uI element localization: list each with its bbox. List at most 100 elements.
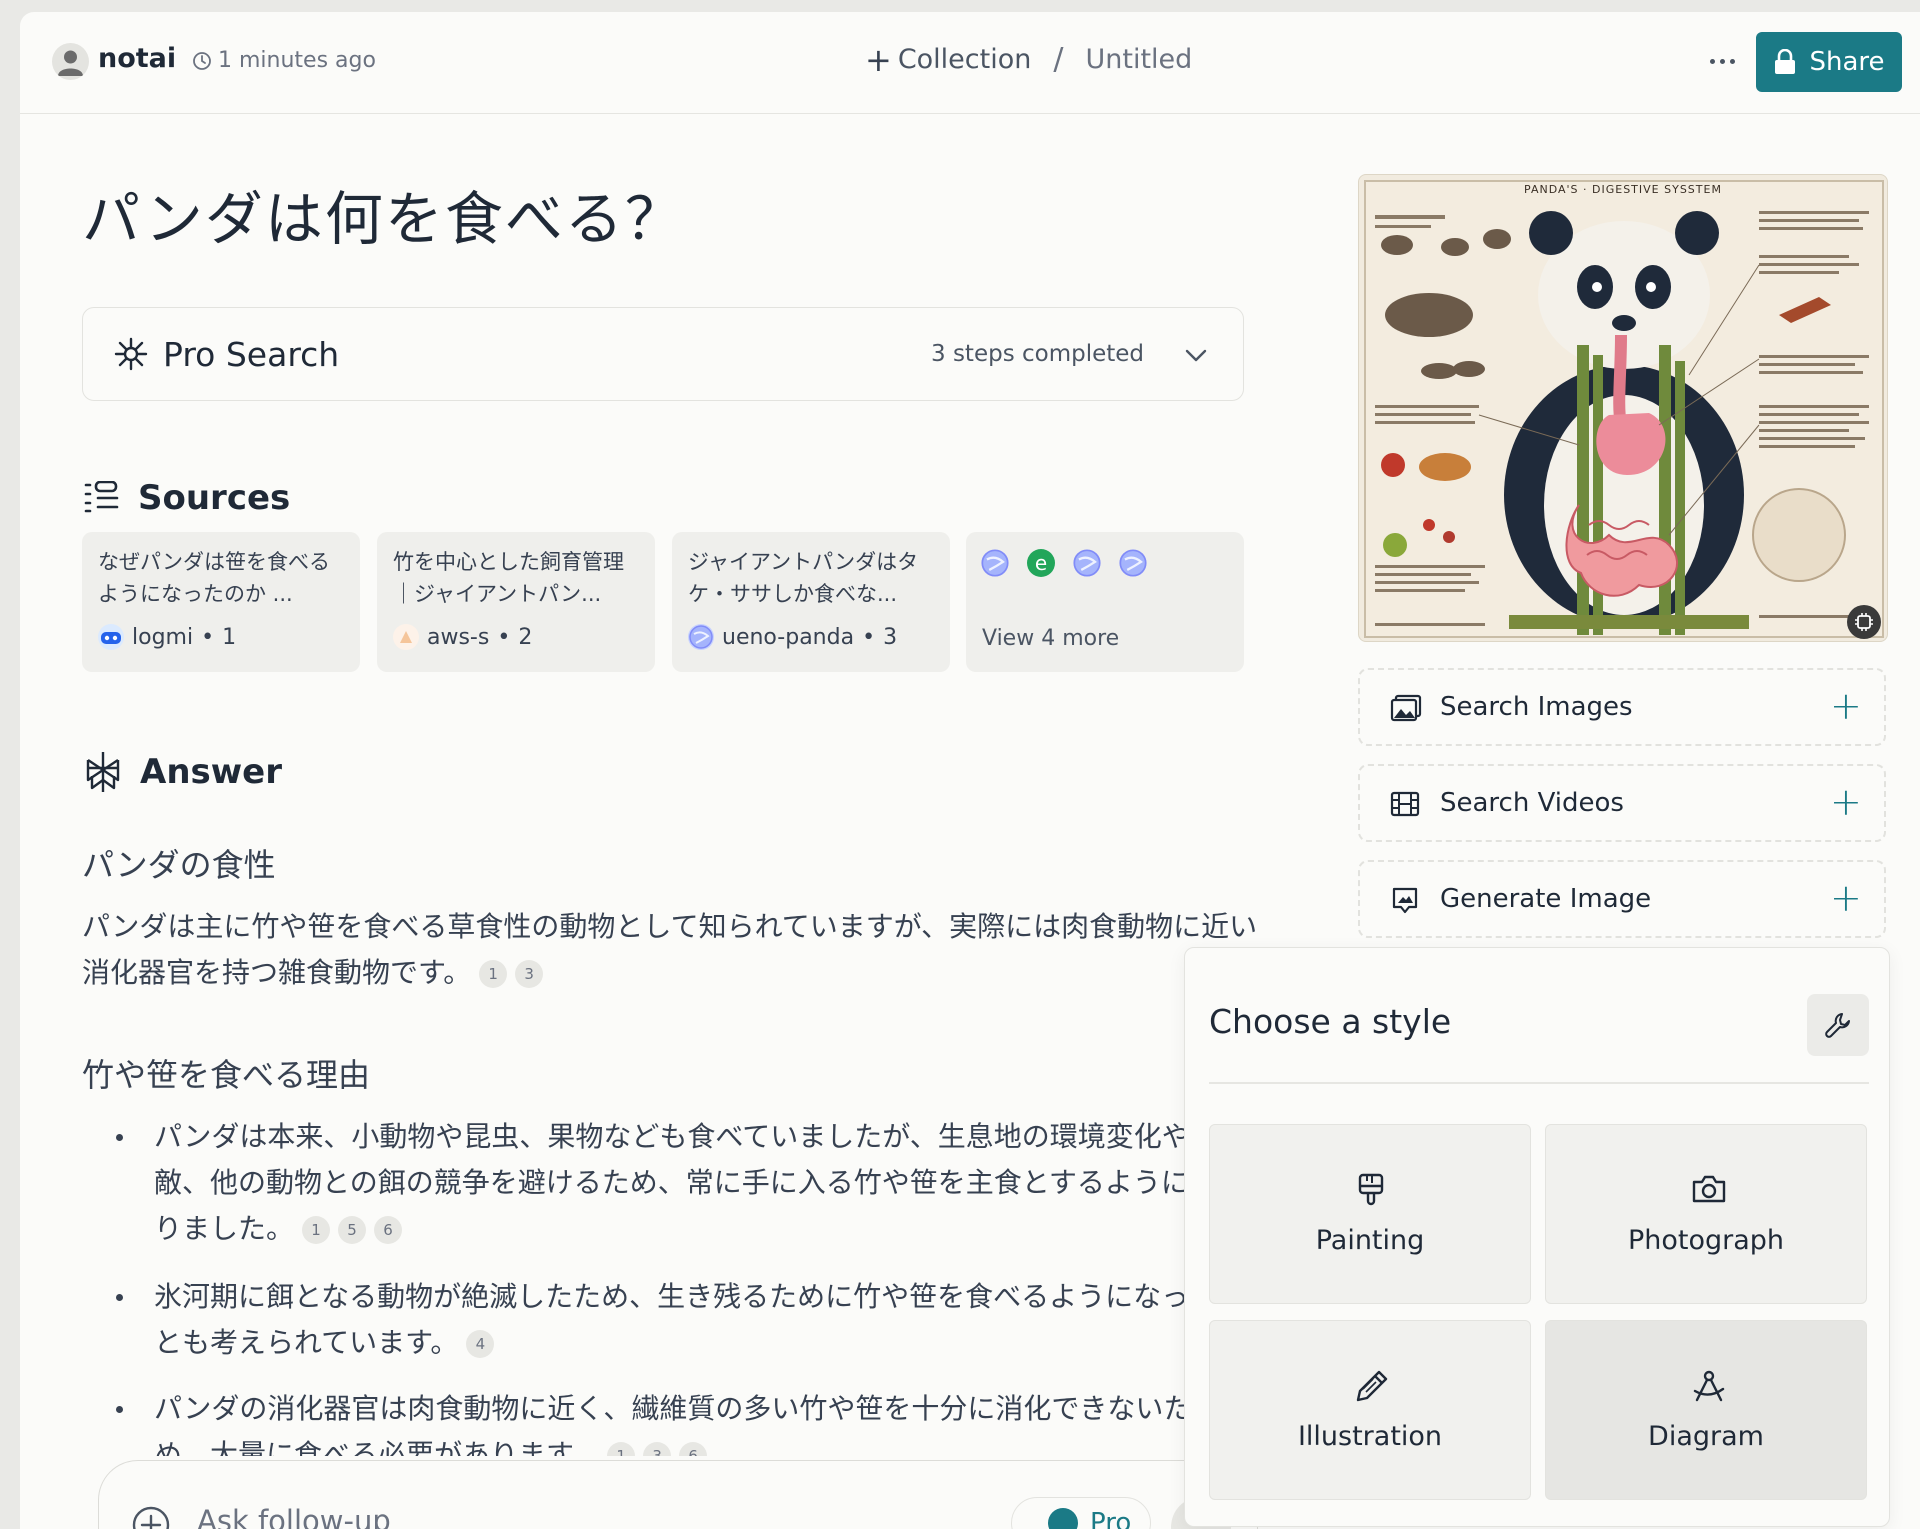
list-item: パンダは本来、小動物や昆虫、果物なども食べていましたが、生息地の環境変化や天敵、… [82, 1114, 1222, 1252]
citation-badge[interactable]: 6 [679, 1442, 708, 1456]
perplexity-logo-icon [86, 752, 120, 792]
globe-icon [688, 624, 714, 650]
source-card[interactable]: なぜパンダは笹を食べるようになったのか ... logmi • 1 [82, 532, 360, 672]
more-icon-dot [1729, 58, 1735, 64]
source-site: aws-s [427, 624, 490, 650]
thread-title-crumb[interactable]: Untitled [1085, 44, 1192, 75]
citation-badge[interactable]: 1 [607, 1442, 636, 1456]
more-options-button[interactable] [1702, 46, 1742, 76]
search-images-button[interactable]: Search Images + [1358, 668, 1886, 746]
edge-icon: e [1027, 549, 1055, 577]
style-picker-popup: Choose a style Painting Photograph Illus… [1184, 947, 1890, 1527]
source-meta: logmi • 1 [98, 624, 236, 650]
divider [1209, 1082, 1869, 1084]
username[interactable]: notai [98, 43, 176, 74]
film-icon [1390, 791, 1420, 817]
more-source-icons: e [980, 548, 1148, 578]
style-option-diagram[interactable]: Diagram [1545, 1320, 1867, 1500]
source-site: ueno-panda [722, 624, 855, 650]
collection-label: Collection [897, 44, 1032, 75]
sources-icon [84, 481, 119, 513]
source-card[interactable]: 竹を中心とした飼育管理｜ジャイアントパン... aws-s • 2 [377, 532, 655, 672]
breadcrumb: + Collection / Untitled [865, 42, 1192, 77]
share-button[interactable]: Share [1756, 32, 1902, 92]
pencil-icon [1356, 1370, 1388, 1402]
source-dot: • [862, 624, 876, 650]
source-site: logmi [132, 624, 194, 650]
more-icon-dot [1719, 58, 1725, 64]
more-icon [1709, 58, 1715, 64]
add-to-collection-button[interactable]: + Collection [865, 44, 1031, 76]
list-item-text: パンダの消化器官は肉食動物に近く、繊維質の多い竹や笹を十分に消化できないため、大… [154, 1392, 1192, 1456]
citation-badge[interactable]: 3 [515, 960, 544, 988]
paragraph-text: パンダは主に竹や笹を食べる草食性の動物として知られていますが、実際には肉食動物に… [82, 910, 1258, 989]
toggle-knob [1048, 1508, 1078, 1529]
top-bar: notai 1 minutes ago + Collection / Untit… [20, 12, 1920, 114]
answer-heading: Answer [84, 750, 282, 794]
wrench-icon [1825, 1013, 1850, 1038]
paintbrush-icon [1358, 1173, 1384, 1206]
section-heading-reasons: 竹や笹を食べる理由 [82, 1056, 371, 1094]
search-videos-button[interactable]: Search Videos + [1358, 764, 1886, 842]
citation-badge[interactable]: 6 [374, 1216, 403, 1244]
follow-up-bar: Pro [98, 1460, 1258, 1529]
citation-badge[interactable]: 4 [466, 1330, 495, 1358]
source-dot: • [497, 624, 511, 650]
pro-search-panel[interactable]: Pro Search 3 steps completed [82, 307, 1244, 401]
image-icon [1390, 694, 1422, 722]
source-card[interactable]: ジャイアントパンダはタケ・ササしか食べな... ueno-panda • 3 [672, 532, 950, 672]
attach-plus-icon[interactable] [131, 1505, 171, 1529]
svg-text:e: e [1035, 551, 1047, 575]
avatar[interactable] [52, 43, 89, 80]
pro-toggle-label: Pro [1090, 1508, 1132, 1529]
section-heading-diet: パンダの食性 [82, 846, 276, 884]
answer-paragraph: パンダは主に竹や笹を食べる草食性の動物として知られていますが、実際には肉食動物に… [82, 904, 1272, 996]
share-label: Share [1809, 47, 1885, 77]
pro-search-sparkle-icon [114, 337, 148, 371]
generated-image[interactable]: PANDA'S · DIGESTIVE SYSSTEM [1358, 174, 1888, 642]
plus-icon: + [1830, 780, 1862, 824]
source-title: 竹を中心とした飼育管理｜ジャイアントパン... [393, 550, 624, 606]
image-caption: PANDA'S · DIGESTIVE SYSSTEM [1524, 183, 1722, 196]
generate-image-icon [1392, 887, 1418, 914]
pro-search-label: Pro Search [163, 335, 340, 374]
style-option-photograph[interactable]: Photograph [1545, 1124, 1867, 1304]
globe-icon [1073, 549, 1101, 577]
style-option-label: Diagram [1648, 1421, 1764, 1452]
ai-generated-badge-icon [1847, 605, 1881, 639]
answer-heading-text: Answer [140, 752, 282, 792]
source-index: 3 [883, 624, 898, 650]
search-images-label: Search Images [1440, 692, 1633, 722]
plus-icon: + [1830, 876, 1862, 920]
citation-badge[interactable]: 5 [338, 1216, 367, 1244]
globe-icon [981, 549, 1009, 577]
view-more-label: View 4 more [982, 626, 1120, 651]
thread-title: パンダは何を食べる？ [82, 185, 685, 253]
source-dot: • [201, 624, 215, 650]
source-title: ジャイアントパンダはタケ・ササしか食べな... [688, 550, 919, 606]
style-option-label: Painting [1315, 1225, 1425, 1256]
app-window: notai 1 minutes ago + Collection / Untit… [20, 12, 1920, 1529]
chevron-down-icon[interactable] [1183, 342, 1209, 368]
generate-image-button[interactable]: Generate Image + [1358, 860, 1886, 938]
pro-toggle[interactable]: Pro [1011, 1497, 1151, 1529]
plus-icon: + [865, 40, 892, 79]
style-option-illustration[interactable]: Illustration [1209, 1320, 1531, 1500]
globe-icon [1119, 549, 1147, 577]
timestamp: 1 minutes ago [192, 48, 376, 73]
style-option-painting[interactable]: Painting [1209, 1124, 1531, 1304]
style-option-label: Illustration [1297, 1421, 1443, 1452]
search-videos-label: Search Videos [1440, 788, 1624, 818]
citation-badge[interactable]: 1 [302, 1216, 331, 1244]
source-index: 1 [222, 624, 237, 650]
list-item-text: 氷河期に餌となる動物が絶滅したため、生き残るために竹や笹を食べるようになったとも… [154, 1280, 1218, 1359]
follow-up-input[interactable] [197, 1501, 717, 1529]
style-option-label: Photograph [1627, 1225, 1785, 1256]
citation-badge[interactable]: 1 [479, 960, 508, 988]
view-more-sources-card[interactable]: e View 4 more [966, 532, 1244, 672]
citation-badge[interactable]: 3 [643, 1442, 672, 1456]
generate-image-label: Generate Image [1440, 884, 1652, 914]
user-icon [58, 50, 83, 76]
lock-icon [1775, 49, 1796, 74]
custom-style-button[interactable] [1807, 994, 1869, 1056]
